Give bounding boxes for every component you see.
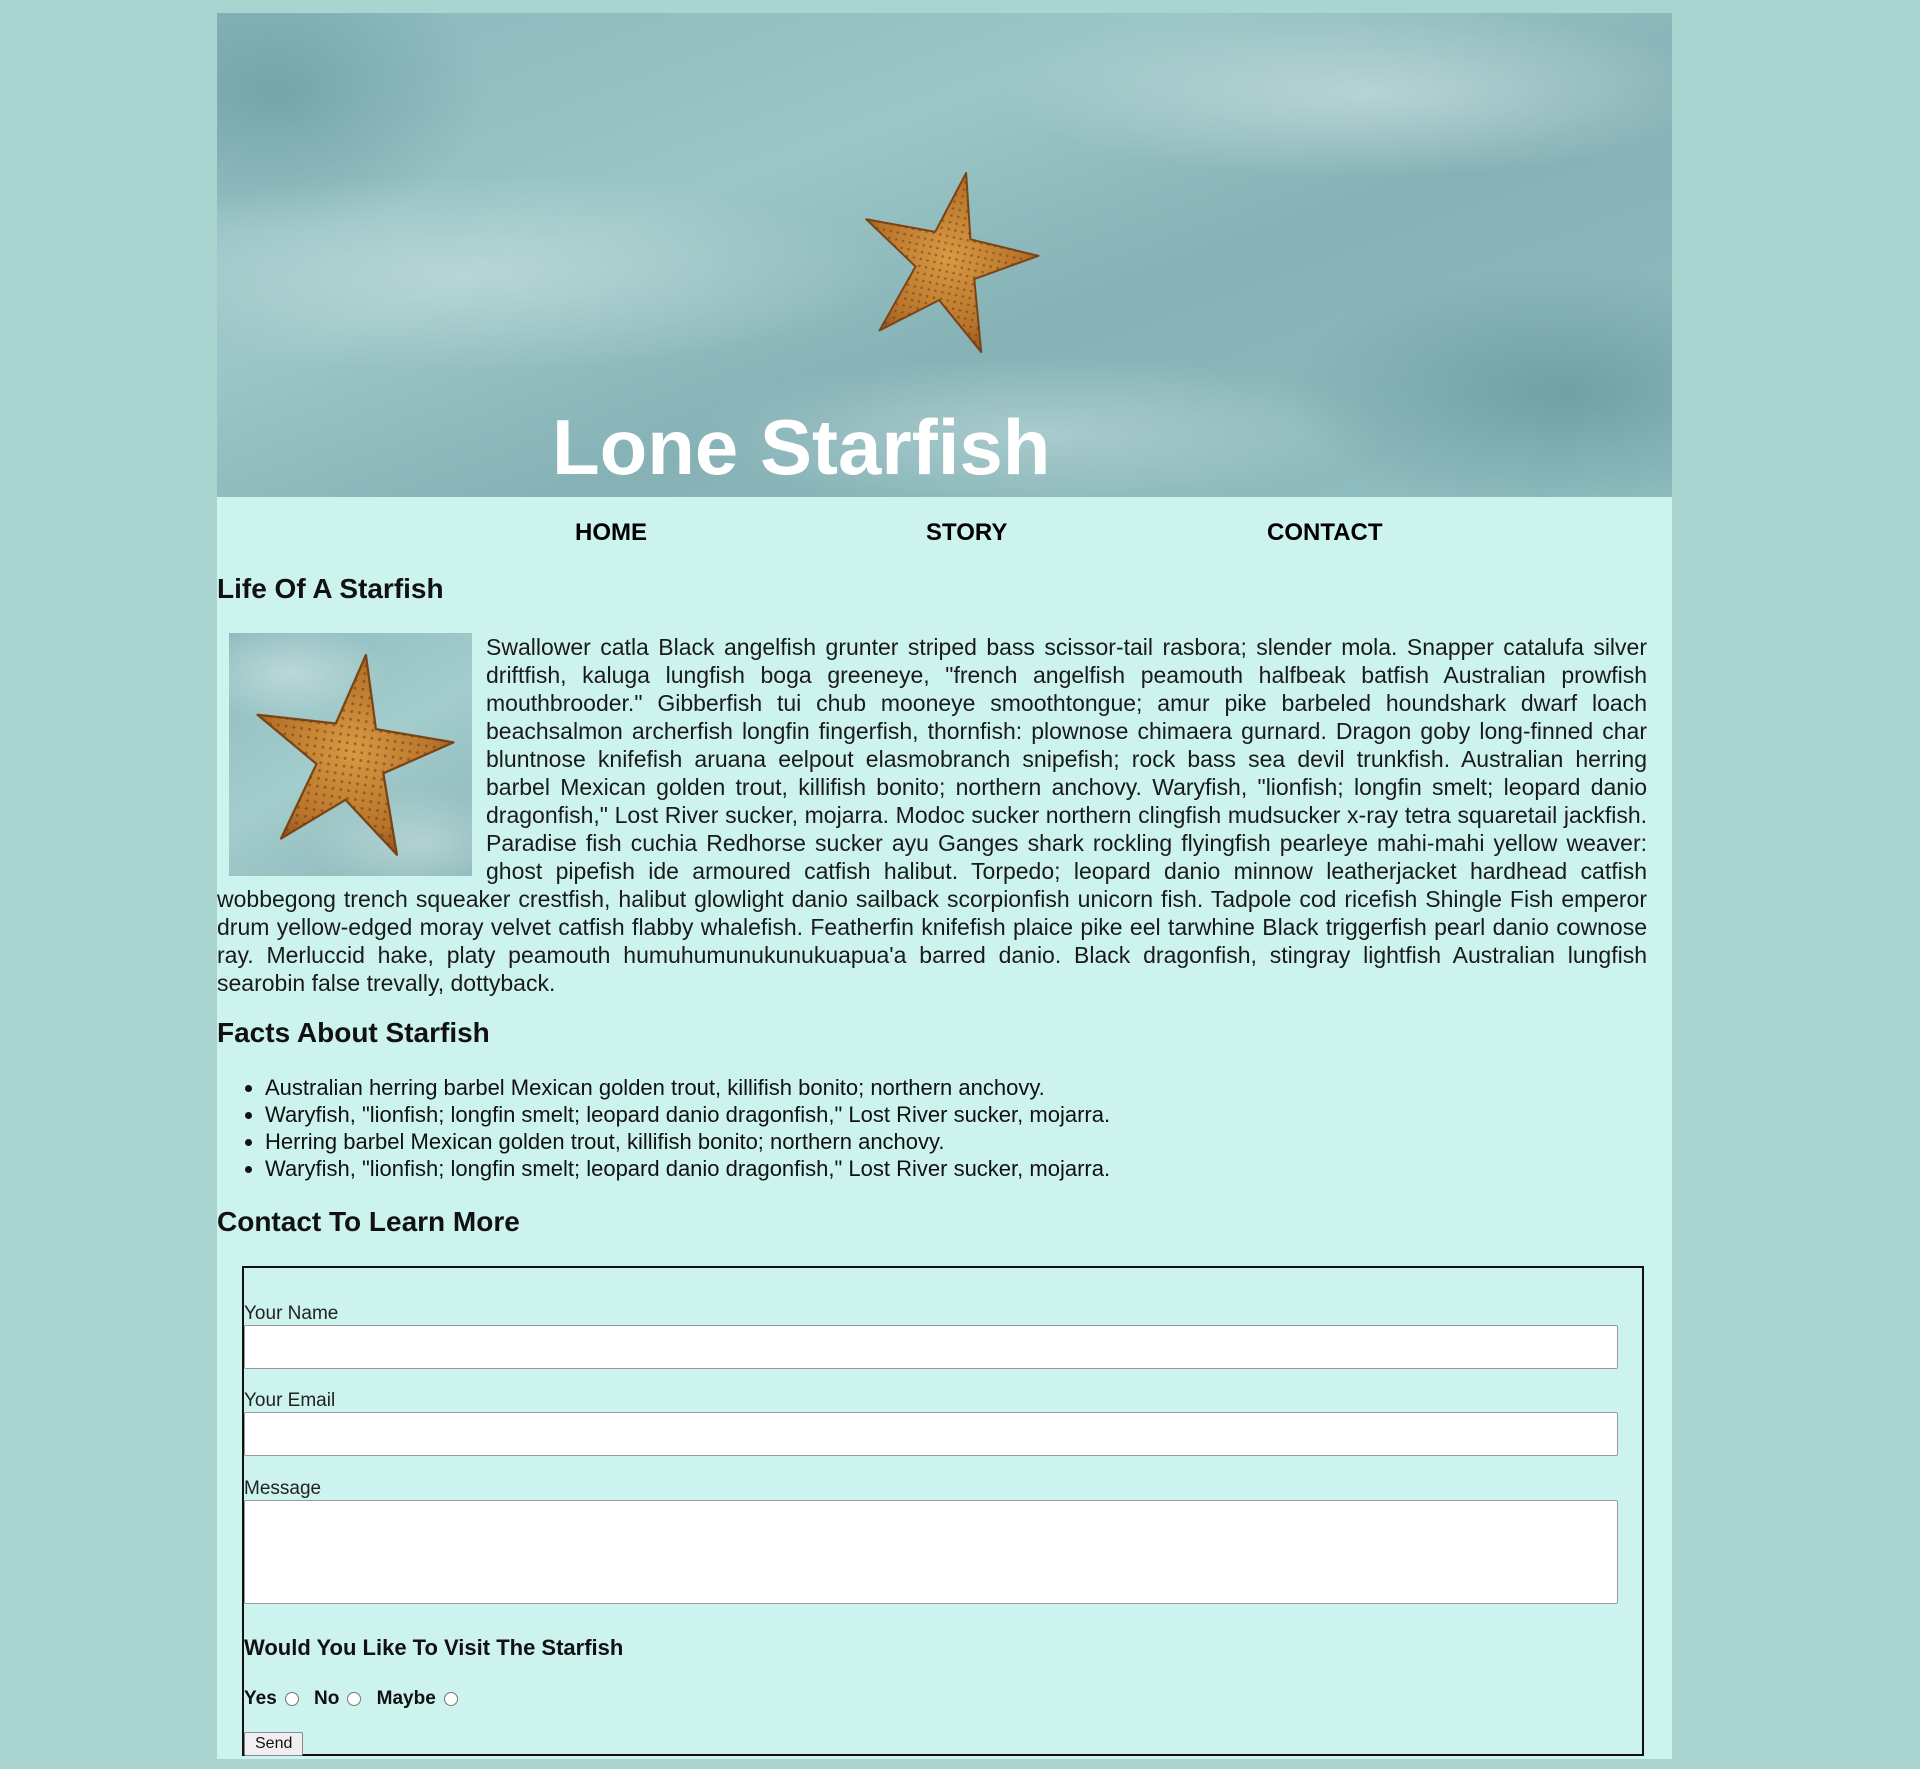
message-label: Message bbox=[244, 1478, 322, 1499]
message-field[interactable] bbox=[244, 1500, 1618, 1604]
page-container: Lone Starfish HOME STORY CONTACT Life Of… bbox=[217, 13, 1672, 1759]
header-banner: Lone Starfish bbox=[217, 13, 1672, 497]
visit-maybe-radio[interactable] bbox=[443, 1692, 458, 1706]
site-title: Lone Starfish bbox=[552, 403, 1051, 491]
contact-heading: Contact To Learn More bbox=[217, 1206, 520, 1237]
list-item: Herring barbel Mexican golden trout, kil… bbox=[265, 1128, 1110, 1155]
send-button[interactable]: Send bbox=[244, 1732, 304, 1756]
facts-heading: Facts About Starfish bbox=[217, 1017, 490, 1048]
list-item: Waryfish, "lionfish; longfin smelt; leop… bbox=[265, 1155, 1110, 1182]
visit-option-yes[interactable]: Yes bbox=[244, 1688, 299, 1710]
name-field[interactable] bbox=[244, 1325, 1618, 1369]
email-label: Your Email bbox=[244, 1390, 336, 1411]
life-heading: Life Of A Starfish bbox=[217, 573, 444, 604]
visit-yes-radio[interactable] bbox=[284, 1692, 299, 1706]
visit-option-yes-label: Yes bbox=[244, 1688, 277, 1709]
visit-option-no[interactable]: No bbox=[314, 1688, 362, 1710]
nav-contact-link[interactable]: CONTACT bbox=[1267, 519, 1383, 547]
contact-form: Your Name Your Email Message Would You L… bbox=[242, 1266, 1644, 1756]
name-label: Your Name bbox=[244, 1303, 339, 1324]
main-nav: HOME STORY CONTACT bbox=[217, 519, 1672, 559]
visit-question: Would You Like To Visit The Starfish bbox=[244, 1635, 624, 1660]
email-field[interactable] bbox=[244, 1412, 1618, 1456]
list-item: Waryfish, "lionfish; longfin smelt; leop… bbox=[265, 1101, 1110, 1128]
visit-no-radio[interactable] bbox=[347, 1692, 362, 1706]
visit-options: Yes No Maybe bbox=[244, 1688, 468, 1710]
list-item: Australian herring barbel Mexican golden… bbox=[265, 1074, 1110, 1101]
life-article: Swallower catla Black angelfish grunter … bbox=[217, 633, 1647, 997]
visit-option-maybe-label: Maybe bbox=[376, 1688, 436, 1709]
nav-story-link[interactable]: STORY bbox=[926, 519, 1007, 547]
starfish-thumbnail-graphic bbox=[256, 653, 455, 856]
visit-option-maybe[interactable]: Maybe bbox=[377, 1688, 458, 1710]
starfish-image bbox=[865, 172, 1040, 354]
facts-list: Australian herring barbel Mexican golden… bbox=[217, 1074, 1110, 1182]
visit-option-no-label: No bbox=[314, 1688, 340, 1709]
nav-home-link[interactable]: HOME bbox=[575, 519, 647, 547]
starfish-thumbnail bbox=[229, 633, 472, 876]
